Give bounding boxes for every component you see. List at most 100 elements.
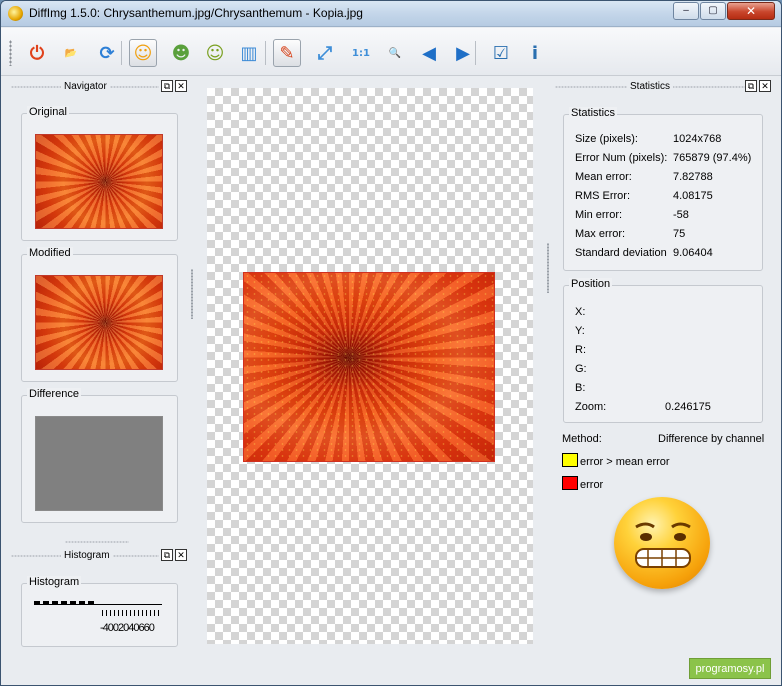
zoom-icon: 🔍 xyxy=(388,47,402,59)
difference-label: Difference xyxy=(27,388,81,400)
close-button[interactable]: ✕ xyxy=(727,2,775,20)
grimace-smiley-icon xyxy=(614,497,710,589)
position-row-label: R: xyxy=(575,344,586,356)
previous-icon: ◀ xyxy=(422,42,436,64)
histogram-close-button[interactable]: ✕ xyxy=(175,549,187,561)
about-icon: i xyxy=(531,42,539,64)
navigator-splitter[interactable] xyxy=(65,541,129,543)
statistics-row: Standard deviation 9.06404 xyxy=(564,247,762,263)
position-row: X: xyxy=(564,306,762,322)
original-label: Original xyxy=(27,106,69,118)
refresh-button[interactable]: ⟳ xyxy=(93,39,121,67)
modified-thumbnail[interactable] xyxy=(35,275,163,370)
statistics-row: Min error: -58 xyxy=(564,209,762,225)
quit-icon: ⏻ xyxy=(29,42,45,64)
smiley-mode-icon: ☺ xyxy=(133,42,153,64)
main-image[interactable] xyxy=(243,272,495,462)
right-splitter[interactable] xyxy=(547,243,549,293)
statistics-group: Statistics Size (pixels): 1024x768 Error N… xyxy=(563,107,763,271)
layout-button[interactable]: ▥ xyxy=(235,39,263,67)
checklist-button[interactable]: ☑ xyxy=(487,39,515,67)
statistics-row-value: 765879 (97.4%) xyxy=(673,152,752,164)
statistics-row-value: -58 xyxy=(673,209,689,221)
histogram-title: Histogram xyxy=(61,550,113,561)
quit-button[interactable]: ⏻ xyxy=(23,39,51,67)
histogram-label: Histogram xyxy=(27,576,82,588)
difference-thumbnail[interactable] xyxy=(35,416,163,511)
open-folder-button[interactable]: 📂 xyxy=(57,39,85,67)
toolbar-separator xyxy=(121,41,122,65)
zoom-fit-icon: ⤢ xyxy=(317,42,333,64)
method-value[interactable]: Difference by channel xyxy=(658,433,764,445)
left-splitter[interactable] xyxy=(191,269,193,319)
navigator-title: Navigator xyxy=(61,81,110,92)
next-icon: ▶ xyxy=(456,42,470,64)
alien-button[interactable]: ☻ xyxy=(167,39,195,67)
position-row-label: Y: xyxy=(575,325,585,337)
statistics-row-value: 9.06404 xyxy=(673,247,713,259)
statistics-row-label: Size (pixels): xyxy=(575,133,638,145)
position-row-label: G: xyxy=(575,363,587,375)
previous-button[interactable]: ◀ xyxy=(415,39,443,67)
error-swatch xyxy=(562,476,578,490)
position-row-value: 0.246175 xyxy=(665,401,711,413)
statistics-row-label: Error Num (pixels): xyxy=(575,152,668,164)
zoom-original-button[interactable]: 1:1 xyxy=(347,39,375,67)
histogram-ticks xyxy=(102,610,162,616)
smiley-eyes-button[interactable]: ☺ xyxy=(201,39,229,67)
statistics-row-label: Standard deviation xyxy=(575,247,667,259)
toolbar: ⏻ 📂 ⟳ ☺ ☻ ☺ ▥ ✎ ⤢ 1:1 🔍 ◀ ▶ ☑ i xyxy=(1,28,781,76)
navigator-float-button[interactable]: ⧉ xyxy=(161,80,173,92)
toolbar-separator xyxy=(475,41,476,65)
position-row-label: X: xyxy=(575,306,586,318)
modified-group: Modified xyxy=(21,247,178,382)
statistics-row-label: RMS Error: xyxy=(575,190,630,202)
image-canvas[interactable] xyxy=(207,88,533,644)
histogram-tick-labels: -4002040660 xyxy=(100,622,155,634)
position-row-label: Zoom: xyxy=(575,401,607,413)
position-row: R: xyxy=(564,344,762,360)
histogram-float-button[interactable]: ⧉ xyxy=(161,549,173,561)
statistics-row: Size (pixels): 1024x768 xyxy=(564,133,762,149)
position-row: B: xyxy=(564,382,762,398)
mean-error-legend: error > mean error xyxy=(580,456,670,468)
app-icon xyxy=(8,6,23,21)
window-title: DiffImg 1.5.0: Chrysanthemum.jpg/Chrysan… xyxy=(29,6,363,20)
statistics-title-bar: Statistics ⧉ ✕ xyxy=(555,79,775,95)
layout-icon: ▥ xyxy=(240,42,258,64)
smiley-eyes-icon: ☺ xyxy=(205,42,225,64)
histogram-bars xyxy=(34,601,94,605)
error-legend: error xyxy=(580,479,604,491)
statistics-float-button[interactable]: ⧉ xyxy=(745,80,757,92)
smiley-mode-button[interactable]: ☺ xyxy=(129,39,157,67)
position-group: Position X: Y: R: G: B: Zoom: 0.246175 xyxy=(563,278,763,423)
position-row: Y: xyxy=(564,325,762,341)
watermark-badge: programosy.pl xyxy=(689,658,771,679)
original-thumbnail[interactable] xyxy=(35,134,163,229)
zoom-button[interactable]: 🔍 xyxy=(381,39,409,67)
navigator-close-button[interactable]: ✕ xyxy=(175,80,187,92)
histogram-title-bar: Histogram ⧉ ✕ xyxy=(11,548,189,564)
open-folder-icon: 📂 xyxy=(64,47,78,59)
method-label: Method: xyxy=(562,433,602,445)
statistics-row: Max error: 75 xyxy=(564,228,762,244)
position-row-label: B: xyxy=(575,382,586,394)
position-row: Zoom: 0.246175 xyxy=(564,401,762,417)
toolbar-grip[interactable] xyxy=(9,40,12,66)
difference-group: Difference xyxy=(21,388,178,523)
alien-icon: ☻ xyxy=(171,42,191,64)
about-button[interactable]: i xyxy=(521,39,549,67)
histogram-group: Histogram -4002040660 xyxy=(21,576,178,647)
refresh-icon: ⟳ xyxy=(99,42,115,64)
color-select-button[interactable]: ✎ xyxy=(273,39,301,67)
maximize-button[interactable]: ▢ xyxy=(700,2,726,20)
zoom-fit-button[interactable]: ⤢ xyxy=(311,39,339,67)
statistics-close-button[interactable]: ✕ xyxy=(759,80,771,92)
minimize-button[interactable]: – xyxy=(673,2,699,20)
checklist-icon: ☑ xyxy=(492,42,510,64)
next-button[interactable]: ▶ xyxy=(449,39,477,67)
statistics-row-value: 1024x768 xyxy=(673,133,722,145)
statistics-row-label: Mean error: xyxy=(575,171,632,183)
original-group: Original xyxy=(21,106,178,241)
statistics-row-label: Max error: xyxy=(575,228,626,240)
